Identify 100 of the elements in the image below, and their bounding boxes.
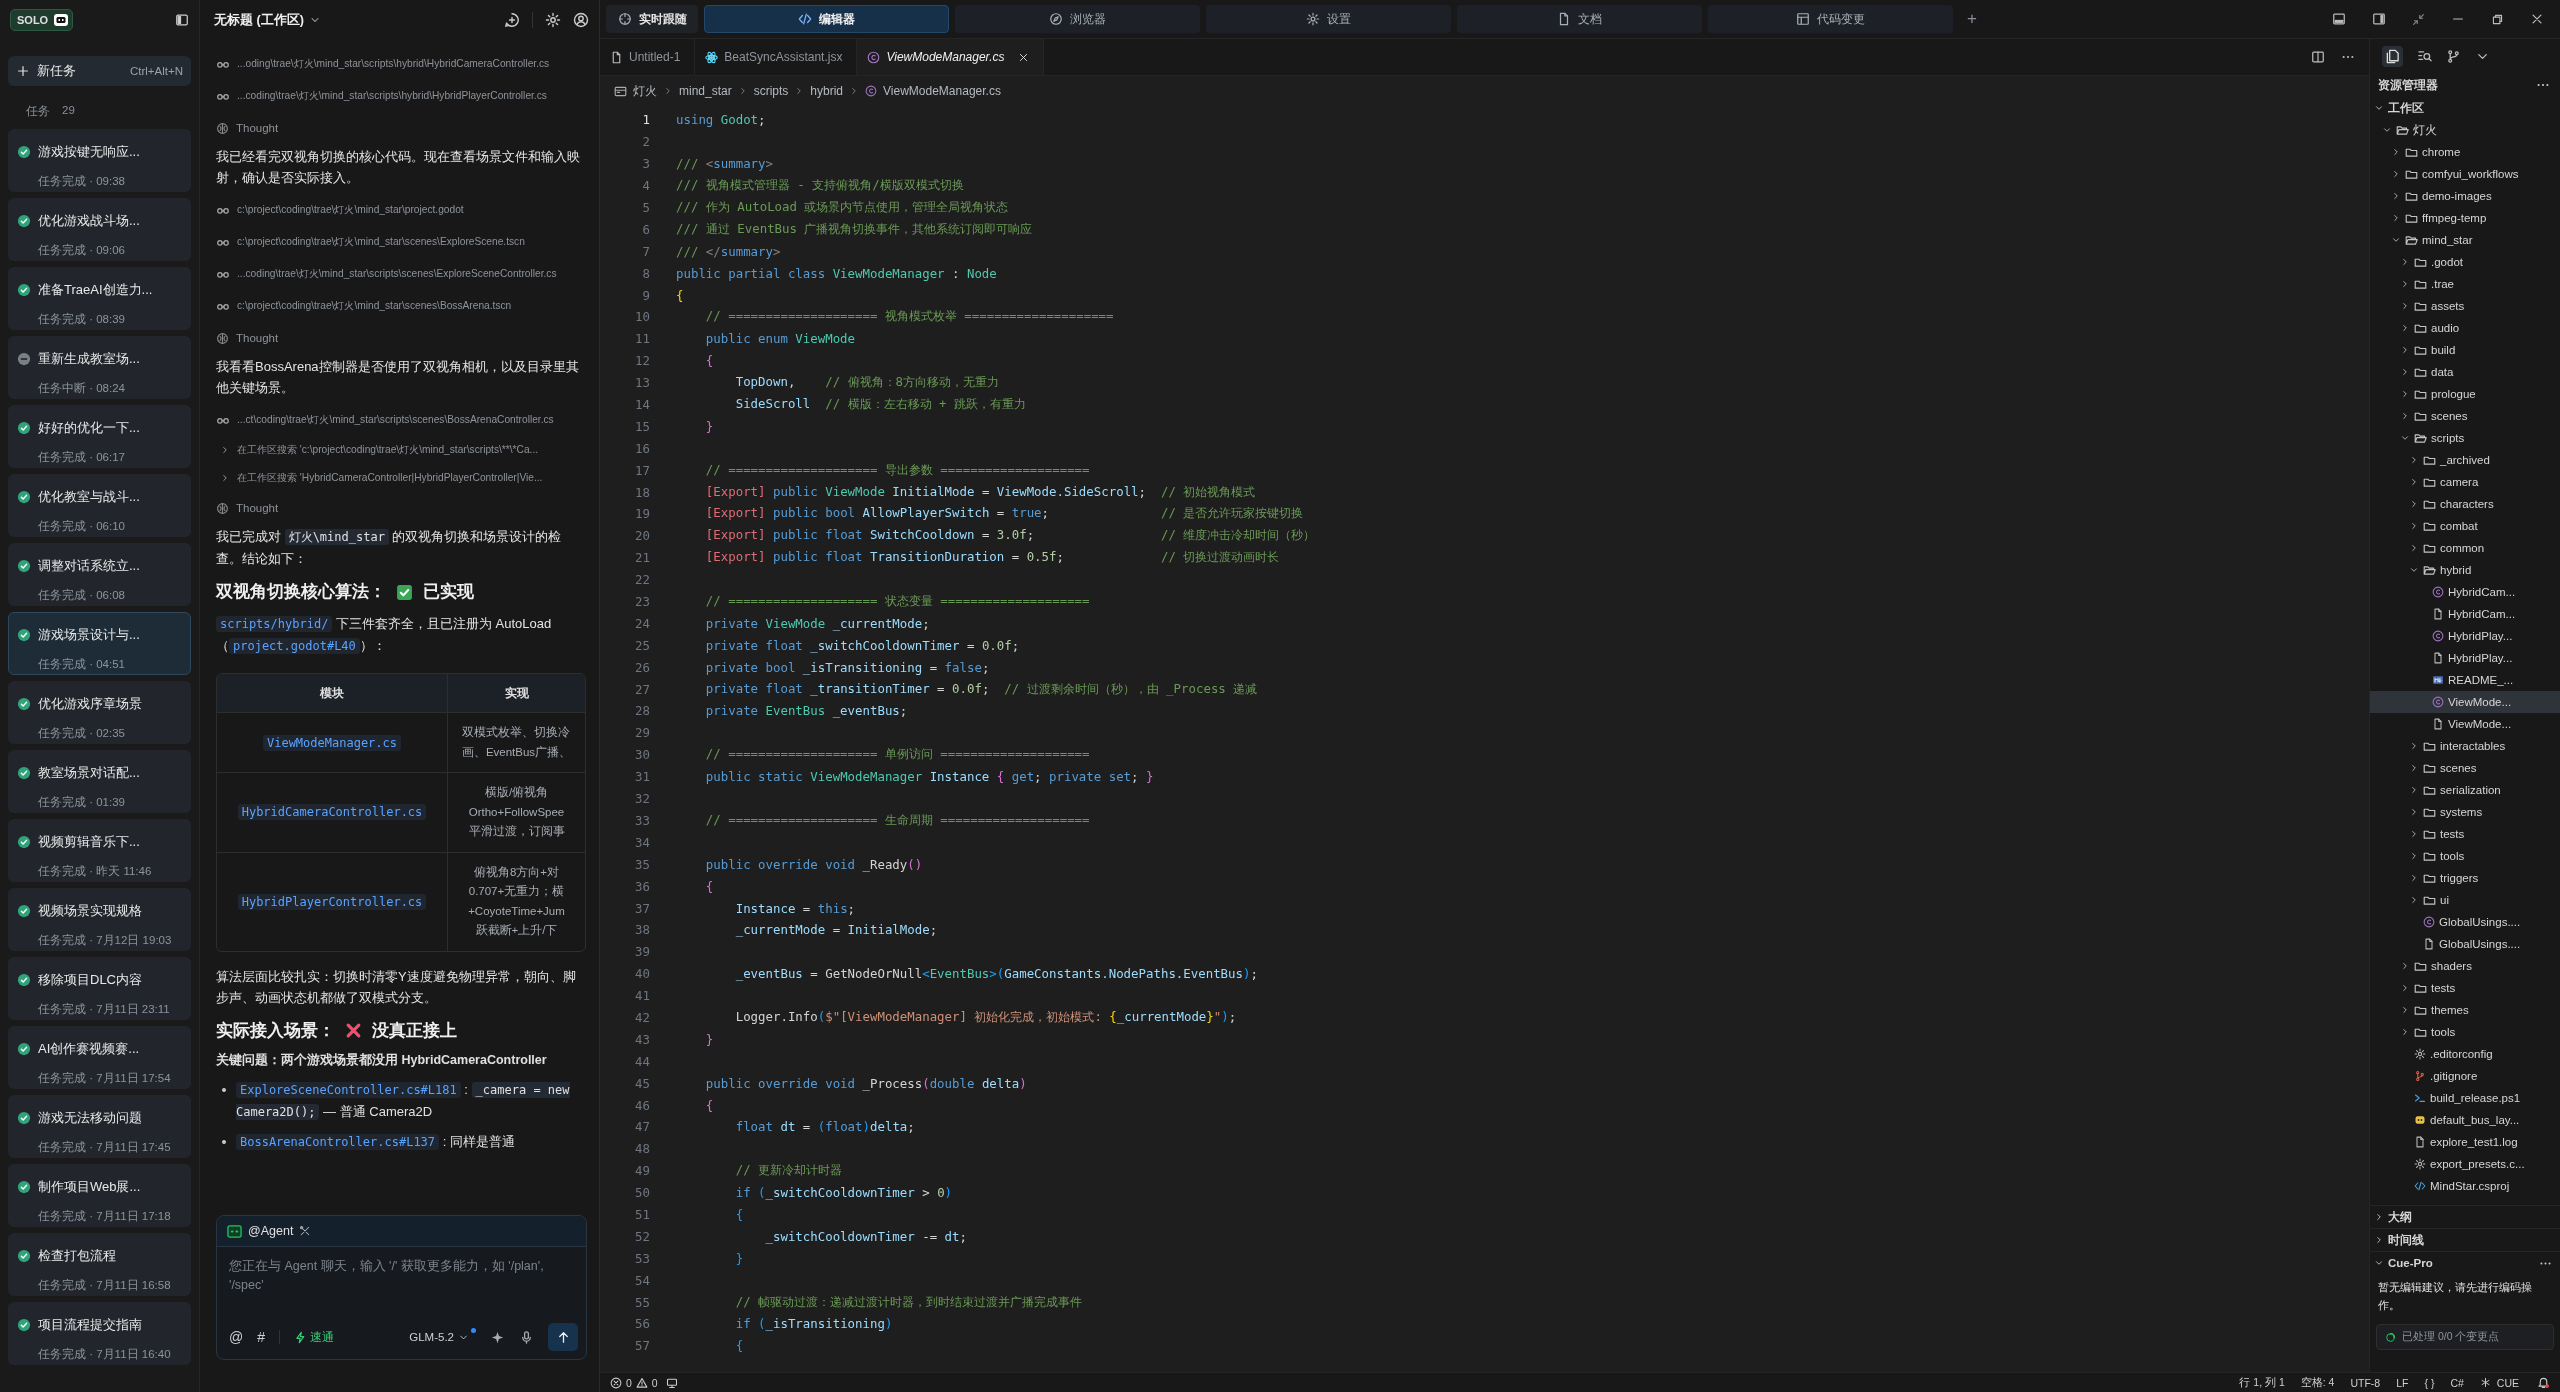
file-item[interactable]: HybridCam... [2370,603,2560,625]
folder-item[interactable]: tests [2370,977,2560,999]
folder-item[interactable]: shaders [2370,955,2560,977]
status-item[interactable]: 行 1, 列 1 [2239,1375,2285,1390]
folder-item[interactable]: systems [2370,801,2560,823]
folder-item[interactable]: tools [2370,1021,2560,1043]
file-tab[interactable]: ViewModeManager.cs [857,39,1045,75]
sidebar-toggle-icon[interactable] [175,13,189,27]
task-card[interactable]: 检查打包流程 任务完成 · 7月11日 16:58 [8,1233,191,1296]
code-link[interactable]: scripts/hybrid/ [216,616,333,632]
folder-item[interactable]: characters [2370,493,2560,515]
sidebar-layout-icon[interactable] [2372,12,2386,26]
folder-item[interactable]: combat [2370,515,2560,537]
folder-item[interactable]: scripts [2370,427,2560,449]
folder-item[interactable]: prologue [2370,383,2560,405]
search-icon[interactable] [2417,48,2432,64]
file-item[interactable]: ViewMode... [2370,691,2560,713]
sparkle-icon[interactable] [490,1329,505,1345]
folder-item[interactable]: .godot [2370,251,2560,273]
task-card[interactable]: 制作项目Web展... 任务完成 · 7月11日 17:18 [8,1164,191,1227]
folder-item[interactable]: audio [2370,317,2560,339]
account-icon[interactable] [573,12,589,28]
settings-icon[interactable] [545,12,561,28]
task-card[interactable]: 调整对话系统立... 任务完成 · 06:08 [8,543,191,606]
folder-item[interactable]: assets [2370,295,2560,317]
task-card[interactable]: 游戏场景设计与... 任务完成 · 04:51 [8,612,191,675]
view-tab[interactable]: 文档 [1457,5,1702,33]
code-link[interactable]: ViewModeManager.cs [262,734,401,751]
section-header[interactable]: 大纲 [2370,1205,2560,1228]
folder-item[interactable]: data [2370,361,2560,383]
view-tab[interactable]: 浏览器 [955,5,1200,33]
status-item[interactable]: { } [2424,1376,2435,1389]
view-tab[interactable]: 代码变更 [1708,5,1953,33]
breadcrumb-item[interactable]: hybrid [810,84,844,98]
folder-item[interactable]: themes [2370,999,2560,1021]
status-item[interactable]: CUE [2496,1376,2519,1389]
mode-button[interactable]: 速通 [294,1329,334,1345]
file-item[interactable]: HybridCam... [2370,581,2560,603]
status-item[interactable]: LF [2396,1376,2409,1389]
folder-item[interactable]: _archived [2370,449,2560,471]
mic-icon[interactable] [519,1329,534,1345]
folder-item[interactable]: serialization [2370,779,2560,801]
new-chat-icon[interactable] [504,12,520,28]
folder-item[interactable]: tests [2370,823,2560,845]
send-button[interactable] [548,1323,578,1351]
file-item[interactable]: HybridPlay... [2370,647,2560,669]
folder-item[interactable]: tools [2370,845,2560,867]
file-item[interactable]: .editorconfig [2370,1043,2560,1065]
folder-item[interactable]: chrome [2370,141,2560,163]
folder-item[interactable]: scenes [2370,405,2560,427]
status-item[interactable]: C# [2450,1376,2464,1389]
close-icon[interactable] [2530,12,2544,26]
new-task-button[interactable]: 新任务 Ctrl+Alt+N [8,56,191,86]
breadcrumb-item[interactable]: 灯火 [633,82,657,100]
file-item[interactable]: GlobalUsings.... [2370,933,2560,955]
folder-item[interactable]: interactables [2370,735,2560,757]
task-card[interactable]: 好好的优化一下... 任务完成 · 06:17 [8,405,191,468]
view-tab[interactable]: 编辑器 [704,5,949,33]
file-item[interactable]: build_release.ps1 [2370,1087,2560,1109]
breadcrumb-item[interactable]: mind_star [679,84,732,98]
task-card[interactable]: 项目流程提交指南 任务完成 · 7月11日 16:40 [8,1302,191,1365]
code-link[interactable]: HybridCameraController.cs [237,804,427,821]
file-item[interactable]: GlobalUsings.... [2370,911,2560,933]
task-card[interactable]: 优化教室与战斗... 任务完成 · 06:10 [8,474,191,537]
add-tab-button[interactable]: + [1959,9,1985,29]
task-card[interactable]: AI创作赛视频赛... 任务完成 · 7月11日 17:54 [8,1026,191,1089]
close-icon[interactable] [1018,51,1030,63]
task-card[interactable]: 优化游戏战斗场... 任务完成 · 09:06 [8,198,191,261]
task-card[interactable]: 优化游戏序章场景 任务完成 · 02:35 [8,681,191,744]
task-card[interactable]: 教室场景对话配... 任务完成 · 01:39 [8,750,191,813]
model-select[interactable]: GLM-5.2 [409,1331,469,1343]
bell-icon[interactable] [2537,1376,2550,1389]
folder-item[interactable]: ui [2370,889,2560,911]
folder-item[interactable]: 灯火 [2370,119,2560,141]
status-item[interactable]: 空格: 4 [2300,1375,2335,1390]
folder-item[interactable]: common [2370,537,2560,559]
folder-item[interactable]: demo-images [2370,185,2560,207]
folder-item[interactable]: .trae [2370,273,2560,295]
task-card[interactable]: 视频场景实现规格 任务完成 · 7月12日 19:03 [8,888,191,951]
breadcrumb-item[interactable]: scripts [753,84,789,98]
file-item[interactable]: export_presets.c... [2370,1153,2560,1175]
status-item[interactable]: UTF-8 [2350,1376,2381,1389]
chat-input-field[interactable]: @Agent 您正在与 Agent 聊天，输入 '/' 获取更多能力，如 '/plan', '/spec' @ # 速通 GLM-5.2 [216,1215,587,1360]
folder-item[interactable]: triggers [2370,867,2560,889]
view-tab[interactable]: 实时跟随 [606,5,698,33]
file-item[interactable]: explore_test1.log [2370,1131,2560,1153]
folder-item[interactable]: comfyui_workflows [2370,163,2560,185]
code-link[interactable]: ExploreSceneController.cs#L181 [236,1081,461,1098]
folder-item[interactable]: ffmpeg-temp [2370,207,2560,229]
task-card[interactable]: 视频剪辑音乐下... 任务完成 · 昨天 11:46 [8,819,191,882]
folder-item[interactable]: scenes [2370,757,2560,779]
file-item[interactable]: .gitignore [2370,1065,2560,1087]
workspace-title[interactable]: 无标题 (工作区) [214,11,321,29]
task-card[interactable]: 准备TraeAI创造力... 任务完成 · 08:39 [8,267,191,330]
view-tab[interactable]: 设置 [1206,5,1451,33]
section-header[interactable]: 时间线 [2370,1228,2560,1251]
folder-item[interactable]: build [2370,339,2560,361]
split-editor-icon[interactable] [2311,50,2325,64]
panel-layout-icon[interactable] [2332,12,2346,26]
tag-button[interactable]: # [257,1329,265,1345]
